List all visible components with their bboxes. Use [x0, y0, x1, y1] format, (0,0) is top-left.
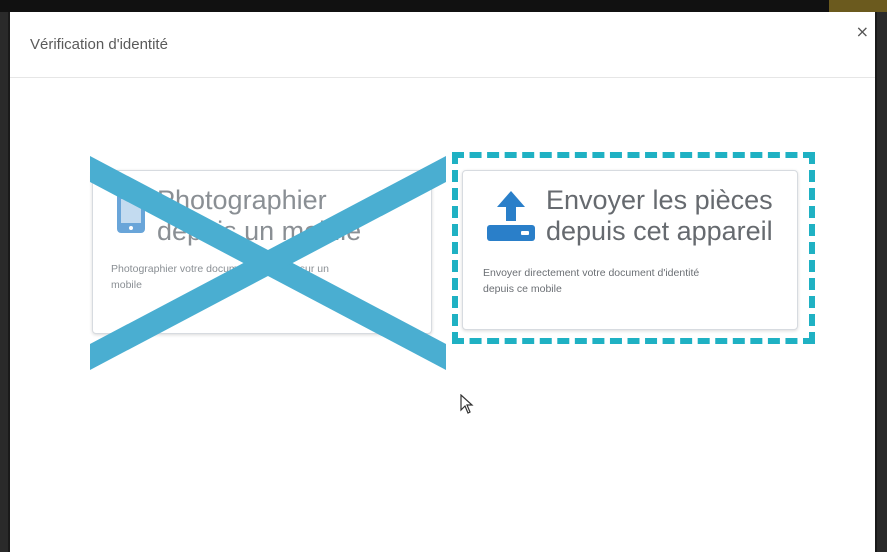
mouse-cursor-icon	[460, 393, 474, 419]
cross-out-mark	[90, 156, 446, 370]
top-background-strip	[0, 0, 887, 12]
highlight-dashed-frame	[452, 152, 815, 344]
background-accent	[829, 0, 887, 12]
identity-verification-modal: Vérification d'identité × Photographier …	[8, 12, 877, 552]
modal-title: Vérification d'identité	[30, 36, 168, 53]
modal-header: Vérification d'identité	[10, 12, 875, 78]
close-icon[interactable]: ×	[856, 24, 869, 40]
